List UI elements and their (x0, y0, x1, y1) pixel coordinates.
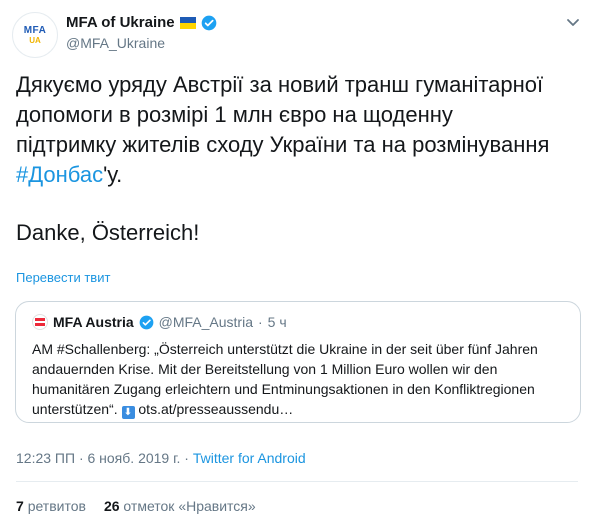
verified-badge-icon (201, 15, 216, 30)
likes-label: отметок «Нравится» (123, 498, 256, 514)
translate-link[interactable]: Перевести твит (16, 270, 110, 285)
quoted-author-handle: @MFA_Austria (158, 314, 253, 330)
tweet-text-line: допомоги в розмірі 1 млн євро на щоденну (16, 102, 453, 127)
tweet-text-line: Danke, Österreich! (16, 220, 200, 245)
quoted-author-name: MFA Austria (53, 314, 134, 330)
avatar-subtext: UA (29, 36, 41, 45)
quoted-author-row: MFA Austria @MFA_Austria · 5 ч (32, 314, 287, 330)
quoted-text: AM #Schallenberg: „Österreich unterstütz… (32, 339, 568, 419)
retweets-stat[interactable]: 7 ретвитов (16, 498, 86, 514)
quoted-link[interactable]: ots.at/presseaussendu… (138, 401, 293, 417)
ukraine-flag-icon (179, 16, 196, 29)
tweet-text-line: Дякуємо уряду Австрії за новий транш гум… (16, 72, 544, 97)
tweet-text-line: підтримку жителів сходу України та на ро… (16, 132, 550, 157)
austria-flag-icon (32, 314, 48, 330)
author-name[interactable]: MFA of Ukraine (66, 14, 175, 31)
quoted-time: 5 ч (267, 314, 287, 330)
verified-badge-icon (139, 315, 154, 329)
tweet-stats: 7 ретвитов 26 отметок «Нравится» (16, 498, 256, 514)
avatar-text: MFA (23, 25, 47, 36)
retweets-count: 7 (16, 498, 24, 514)
quoted-tweet[interactable]: MFA Austria @MFA_Austria · 5 ч AM #Schal… (15, 301, 581, 423)
retweets-label: ретвитов (27, 498, 86, 514)
author-row: MFA of Ukraine (66, 14, 217, 31)
source-link[interactable]: Twitter for Android (193, 450, 306, 466)
tweet-text-line: #Донбас'у. (16, 160, 586, 190)
avatar[interactable]: MFA UA (12, 12, 58, 58)
tweet-meta: 12:23 ПП · 6 нояб. 2019 г. · Twitter for… (16, 450, 306, 466)
likes-count: 26 (103, 498, 120, 514)
divider (16, 481, 578, 482)
chevron-down-icon[interactable] (565, 14, 581, 30)
quoted-separator: · (258, 314, 263, 330)
tweet-card: MFA UA MFA of Ukraine @MFA_Ukraine Дякує… (0, 0, 594, 530)
author-handle[interactable]: @MFA_Ukraine (66, 35, 165, 51)
hashtag-link[interactable]: #Донбас (16, 162, 103, 187)
likes-stat[interactable]: 26 отметок «Нравится» (104, 498, 256, 514)
timestamp[interactable]: 12:23 ПП · 6 нояб. 2019 г. · (16, 450, 189, 466)
hashtag-suffix: 'у. (103, 162, 123, 187)
tweet-text: Дякуємо уряду Австрії за новий транш гум… (16, 70, 586, 248)
down-arrow-icon: ⬇ (121, 406, 135, 419)
